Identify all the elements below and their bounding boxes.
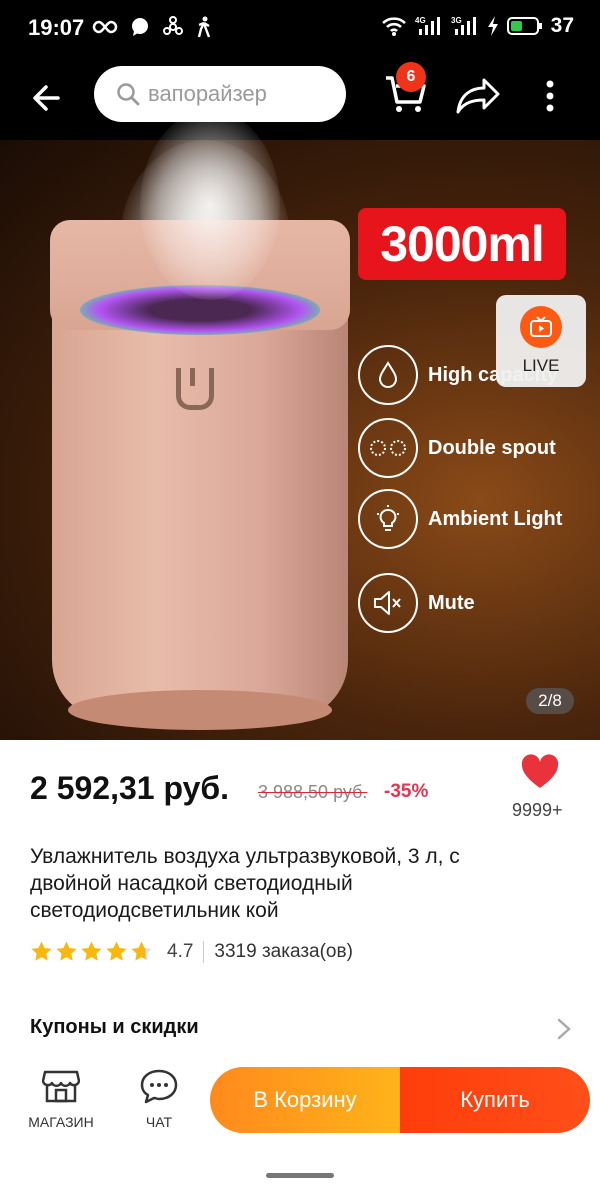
star-icon xyxy=(56,941,77,961)
status-time: 19:07 xyxy=(28,15,85,40)
chat-button[interactable]: ЧАТ xyxy=(128,1068,190,1130)
star-icon xyxy=(106,941,127,961)
orders-count: 3319 заказа(ов) xyxy=(214,940,353,962)
star-icon xyxy=(31,941,52,961)
product-old-price: 3 988,50 руб. xyxy=(258,782,368,802)
brand-logo-icon xyxy=(176,368,214,410)
walking-person-icon xyxy=(197,16,211,38)
product-price: 2 592,31 руб. xyxy=(30,770,230,806)
status-bar: 19:07 4G 3G 37 xyxy=(0,0,600,58)
chat-bubble-icon xyxy=(132,18,148,36)
divider xyxy=(203,940,205,963)
add-to-cart-button[interactable]: В Корзину xyxy=(210,1067,400,1133)
chevron-right-icon[interactable] xyxy=(556,1017,572,1041)
double-spout-icon xyxy=(358,418,418,478)
star-icon xyxy=(81,941,102,961)
star-half-icon xyxy=(131,941,152,961)
signal-4g-icon: 4G xyxy=(415,16,440,35)
star-rating xyxy=(30,940,153,963)
status-left-icons xyxy=(92,16,212,38)
back-arrow-icon[interactable] xyxy=(28,78,68,118)
svg-text:4G: 4G xyxy=(415,16,426,25)
rating-value: 4.7 xyxy=(167,940,194,962)
discount-badge: -35% xyxy=(384,781,429,802)
store-icon xyxy=(42,1070,80,1103)
store-label: МАГАЗИН xyxy=(28,1114,94,1130)
home-indicator[interactable] xyxy=(266,1173,334,1178)
humidifier-base xyxy=(68,690,332,730)
chat-label: ЧАТ xyxy=(145,1114,173,1130)
svg-text:3G: 3G xyxy=(451,16,462,25)
search-placeholder: вапорайзер xyxy=(148,81,267,106)
feature-double-spout: Double spout xyxy=(358,418,556,478)
product-title: Увлажнитель воздуха ультразвуковой, 3 л,… xyxy=(30,845,460,922)
live-stream-button[interactable]: LIVE xyxy=(496,295,586,387)
signal-3g-icon: 3G xyxy=(451,16,476,35)
water-drop-icon xyxy=(358,345,418,405)
chat-icon xyxy=(140,1069,178,1104)
feature-label: Ambient Light xyxy=(428,507,563,530)
battery-percent: 37 xyxy=(550,14,574,37)
mute-speaker-icon xyxy=(358,573,418,633)
feature-ambient-light: Ambient Light xyxy=(358,489,562,549)
more-options-icon[interactable] xyxy=(538,76,562,116)
wishlist-count: 9999+ xyxy=(512,800,563,820)
live-tv-icon xyxy=(520,306,562,348)
mist-graphic-top xyxy=(140,110,280,300)
light-bulb-icon xyxy=(358,489,418,549)
wifi-icon xyxy=(381,17,406,36)
live-label: LIVE xyxy=(522,356,560,375)
buy-now-button[interactable]: Купить xyxy=(400,1067,590,1133)
fan-icon xyxy=(163,16,183,35)
coupons-section-title[interactable]: Купоны и скидки xyxy=(30,1016,199,1039)
search-icon xyxy=(117,83,140,106)
charging-bolt-icon xyxy=(487,16,498,36)
capacity-promo-label: 3000ml xyxy=(358,208,566,280)
feature-label: Mute xyxy=(428,591,475,614)
share-icon[interactable] xyxy=(454,76,500,116)
infinity-icon xyxy=(92,20,118,34)
heart-icon[interactable] xyxy=(520,752,560,792)
battery-icon xyxy=(506,17,542,35)
status-right-icons: 4G 3G 37 xyxy=(381,14,574,38)
app-header: вапорайзер 6 xyxy=(0,58,600,140)
feature-mute: Mute xyxy=(358,573,475,633)
store-button[interactable]: МАГАЗИН xyxy=(24,1068,98,1130)
cart-count-badge: 6 xyxy=(396,62,426,92)
gallery-pager: 2/8 xyxy=(526,688,574,714)
rating-row[interactable]: 4.7 3319 заказа(ов) xyxy=(30,940,353,963)
feature-label: Double spout xyxy=(428,436,556,459)
